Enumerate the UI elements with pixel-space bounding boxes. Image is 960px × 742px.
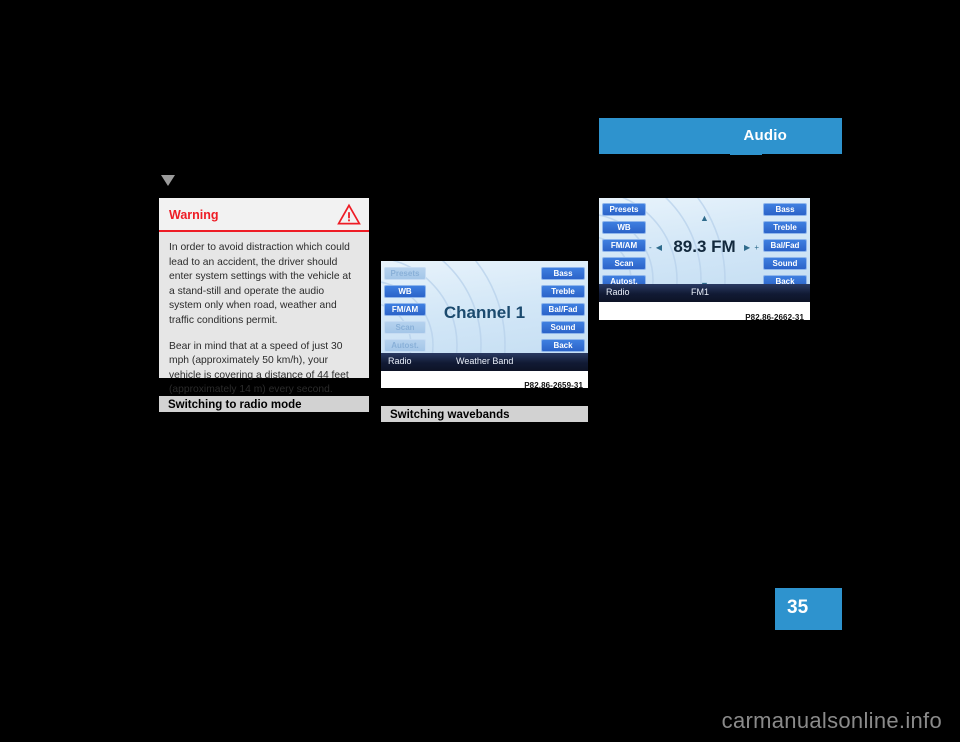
figure-code: P82.86-2662-31: [745, 313, 804, 322]
button-presets[interactable]: Presets: [384, 267, 426, 280]
button-treble[interactable]: Treble: [541, 285, 585, 298]
chapter-title: Audio: [743, 127, 787, 144]
status-bar: Radio Weather Band: [381, 353, 588, 371]
caption-label: Switching to radio mode: [168, 399, 302, 411]
button-treble[interactable]: Treble: [763, 221, 807, 234]
figure-code-strip: P82.86-2662-31: [599, 302, 810, 322]
figure-code: P82.86-2659-31: [524, 381, 583, 390]
page-number-block: 35: [775, 588, 842, 630]
warning-paragraph: Bear in mind that at a speed of just 30 …: [169, 340, 349, 396]
warning-triangle-icon: [337, 203, 361, 226]
figure-fm-display: Presets WB FM/AM Scan Autost. Bass Trebl…: [599, 198, 810, 322]
chapter-tab-notch: [730, 152, 762, 155]
figure-waveband-display: Presets WB FM/AM Scan Autost. Bass Trebl…: [381, 261, 588, 390]
status-bar: Radio FM1: [599, 284, 810, 302]
page-number: 35: [787, 597, 809, 618]
button-wb[interactable]: WB: [384, 285, 426, 298]
tune-up-arrow-icon[interactable]: ▲: [700, 214, 709, 223]
radio-screen[interactable]: Presets WB FM/AM Scan Autost. Bass Trebl…: [599, 198, 810, 302]
channel-readout: Channel 1: [443, 303, 526, 322]
figure-code-strip: P82.86-2659-31: [381, 371, 588, 390]
button-sound[interactable]: Sound: [763, 257, 807, 270]
button-back[interactable]: Back: [541, 339, 585, 352]
caption-switching-wavebands: Switching wavebands: [381, 404, 588, 423]
button-scan[interactable]: Scan: [602, 257, 646, 270]
button-wb[interactable]: WB: [602, 221, 646, 234]
chapter-tab: Audio: [599, 118, 842, 154]
warning-body: In order to avoid distraction which coul…: [159, 232, 369, 398]
footer-watermark: carmanualsonline.info: [721, 708, 942, 733]
status-mode: Weather Band: [456, 356, 514, 366]
warning-header: Warning: [159, 198, 369, 232]
status-mode: FM1: [691, 287, 709, 297]
button-bass[interactable]: Bass: [541, 267, 585, 280]
status-source: Radio: [606, 287, 630, 297]
frequency-readout: 89.3 FM: [673, 237, 736, 256]
column-marker-triangle-icon: [161, 175, 175, 186]
button-bass[interactable]: Bass: [763, 203, 807, 216]
caption-switching-to-radio-mode: Switching to radio mode: [159, 394, 369, 413]
button-presets[interactable]: Presets: [602, 203, 646, 216]
warning-box: Warning In order to avoid distraction wh…: [159, 198, 369, 395]
warning-title: Warning: [169, 208, 219, 222]
button-autostore[interactable]: Autost.: [384, 339, 426, 352]
status-source: Radio: [388, 356, 412, 366]
radio-screen[interactable]: Presets WB FM/AM Scan Autost. Bass Trebl…: [381, 261, 588, 371]
caption-label: Switching wavebands: [390, 409, 510, 421]
warning-paragraph: In order to avoid distraction which coul…: [169, 242, 351, 326]
